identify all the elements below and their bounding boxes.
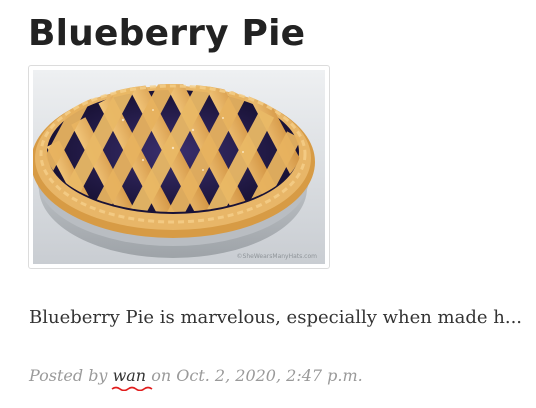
- on-label: on: [151, 366, 172, 385]
- blueberry-pie-image: ©SheWearsManyHats.com: [33, 70, 325, 264]
- image-watermark: ©SheWearsManyHats.com: [237, 253, 318, 260]
- author-link[interactable]: wan: [111, 366, 153, 391]
- author-name: wan: [112, 366, 147, 385]
- post-meta: Posted by wan on Oct. 2, 2020, 2:47 p.m.: [29, 364, 363, 391]
- post-excerpt: Blueberry Pie is marvelous, especially w…: [29, 307, 523, 328]
- spellcheck-underline: [111, 386, 153, 391]
- post-thumbnail[interactable]: ©SheWearsManyHats.com: [28, 65, 330, 269]
- post-title: Blueberry Pie: [28, 13, 306, 54]
- posted-by-label: Posted by: [29, 366, 108, 385]
- post-date: Oct. 2, 2020, 2:47 p.m.: [176, 366, 363, 385]
